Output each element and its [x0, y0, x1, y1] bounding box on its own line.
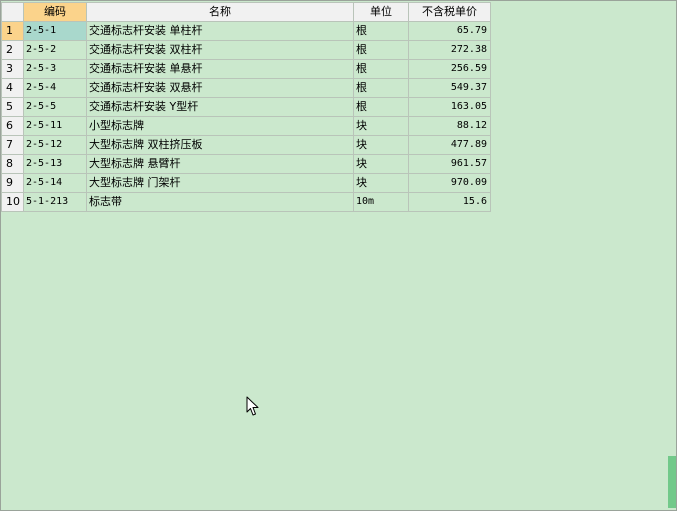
price-cell[interactable]: 256.59	[408, 59, 491, 79]
row-number[interactable]: 2	[1, 40, 24, 60]
row-number[interactable]: 10	[1, 192, 24, 212]
unit-cell[interactable]: 根	[353, 97, 409, 117]
row-number[interactable]: 4	[1, 78, 24, 98]
header-unit[interactable]: 单位	[353, 2, 409, 22]
corner-cell[interactable]	[1, 2, 24, 22]
header-row: 编码 名称 单位 不含税单价	[1, 2, 491, 22]
table-row[interactable]: 4 2-5-4 交通标志杆安装 双悬杆 根 549.37	[1, 78, 491, 98]
price-cell[interactable]: 65.79	[408, 21, 491, 41]
header-code[interactable]: 编码	[23, 2, 87, 22]
name-cell[interactable]: 大型标志牌 门架杆	[86, 173, 354, 193]
name-cell[interactable]: 交通标志杆安装 单悬杆	[86, 59, 354, 79]
table-row[interactable]: 2 2-5-2 交通标志杆安装 双柱杆 根 272.38	[1, 40, 491, 60]
code-cell[interactable]: 2-5-2	[23, 40, 87, 60]
code-cell[interactable]: 2-5-4	[23, 78, 87, 98]
table-row[interactable]: 9 2-5-14 大型标志牌 门架杆 块 970.09	[1, 173, 491, 193]
table-row[interactable]: 10 5-1-213 标志带 10m 15.6	[1, 192, 491, 212]
unit-cell[interactable]: 根	[353, 78, 409, 98]
header-price[interactable]: 不含税单价	[408, 2, 491, 22]
code-cell[interactable]: 5-1-213	[23, 192, 87, 212]
price-cell[interactable]: 961.57	[408, 154, 491, 174]
code-cell[interactable]: 2-5-12	[23, 135, 87, 155]
price-cell[interactable]: 477.89	[408, 135, 491, 155]
price-cell[interactable]: 163.05	[408, 97, 491, 117]
row-number[interactable]: 9	[1, 173, 24, 193]
unit-cell[interactable]: 块	[353, 116, 409, 136]
name-cell[interactable]: 小型标志牌	[86, 116, 354, 136]
table-row[interactable]: 3 2-5-3 交通标志杆安装 单悬杆 根 256.59	[1, 59, 491, 79]
table-row[interactable]: 7 2-5-12 大型标志牌 双柱挤压板 块 477.89	[1, 135, 491, 155]
mouse-pointer-icon	[246, 396, 259, 416]
table-row[interactable]: 1 2-5-1 交通标志杆安装 单柱杆 根 65.79	[1, 21, 491, 41]
scroll-strip[interactable]	[668, 456, 676, 508]
price-cell[interactable]: 15.6	[408, 192, 491, 212]
code-cell[interactable]: 2-5-3	[23, 59, 87, 79]
code-cell[interactable]: 2-5-5	[23, 97, 87, 117]
name-cell[interactable]: 交通标志杆安装 双柱杆	[86, 40, 354, 60]
row-number[interactable]: 7	[1, 135, 24, 155]
name-cell[interactable]: 交通标志杆安装 双悬杆	[86, 78, 354, 98]
price-cell[interactable]: 549.37	[408, 78, 491, 98]
table-row[interactable]: 6 2-5-11 小型标志牌 块 88.12	[1, 116, 491, 136]
unit-cell[interactable]: 10m	[353, 192, 409, 212]
code-cell[interactable]: 2-5-14	[23, 173, 87, 193]
code-cell[interactable]: 2-5-1	[23, 21, 87, 41]
unit-cell[interactable]: 块	[353, 173, 409, 193]
unit-cell[interactable]: 根	[353, 40, 409, 60]
name-cell[interactable]: 交通标志杆安装 单柱杆	[86, 21, 354, 41]
price-cell[interactable]: 272.38	[408, 40, 491, 60]
table-row[interactable]: 8 2-5-13 大型标志牌 悬臂杆 块 961.57	[1, 154, 491, 174]
row-number[interactable]: 6	[1, 116, 24, 136]
table-row[interactable]: 5 2-5-5 交通标志杆安装 Y型杆 根 163.05	[1, 97, 491, 117]
code-cell[interactable]: 2-5-13	[23, 154, 87, 174]
unit-cell[interactable]: 块	[353, 154, 409, 174]
row-number[interactable]: 8	[1, 154, 24, 174]
row-number[interactable]: 3	[1, 59, 24, 79]
row-number[interactable]: 5	[1, 97, 24, 117]
unit-cell[interactable]: 根	[353, 21, 409, 41]
price-cell[interactable]: 88.12	[408, 116, 491, 136]
item-table: 编码 名称 单位 不含税单价 1 2-5-1 交通标志杆安装 单柱杆 根 65.…	[1, 2, 491, 212]
row-number[interactable]: 1	[1, 21, 24, 41]
unit-cell[interactable]: 根	[353, 59, 409, 79]
name-cell[interactable]: 交通标志杆安装 Y型杆	[86, 97, 354, 117]
name-cell[interactable]: 大型标志牌 悬臂杆	[86, 154, 354, 174]
code-cell[interactable]: 2-5-11	[23, 116, 87, 136]
price-cell[interactable]: 970.09	[408, 173, 491, 193]
name-cell[interactable]: 标志带	[86, 192, 354, 212]
name-cell[interactable]: 大型标志牌 双柱挤压板	[86, 135, 354, 155]
header-name[interactable]: 名称	[86, 2, 354, 22]
unit-cell[interactable]: 块	[353, 135, 409, 155]
